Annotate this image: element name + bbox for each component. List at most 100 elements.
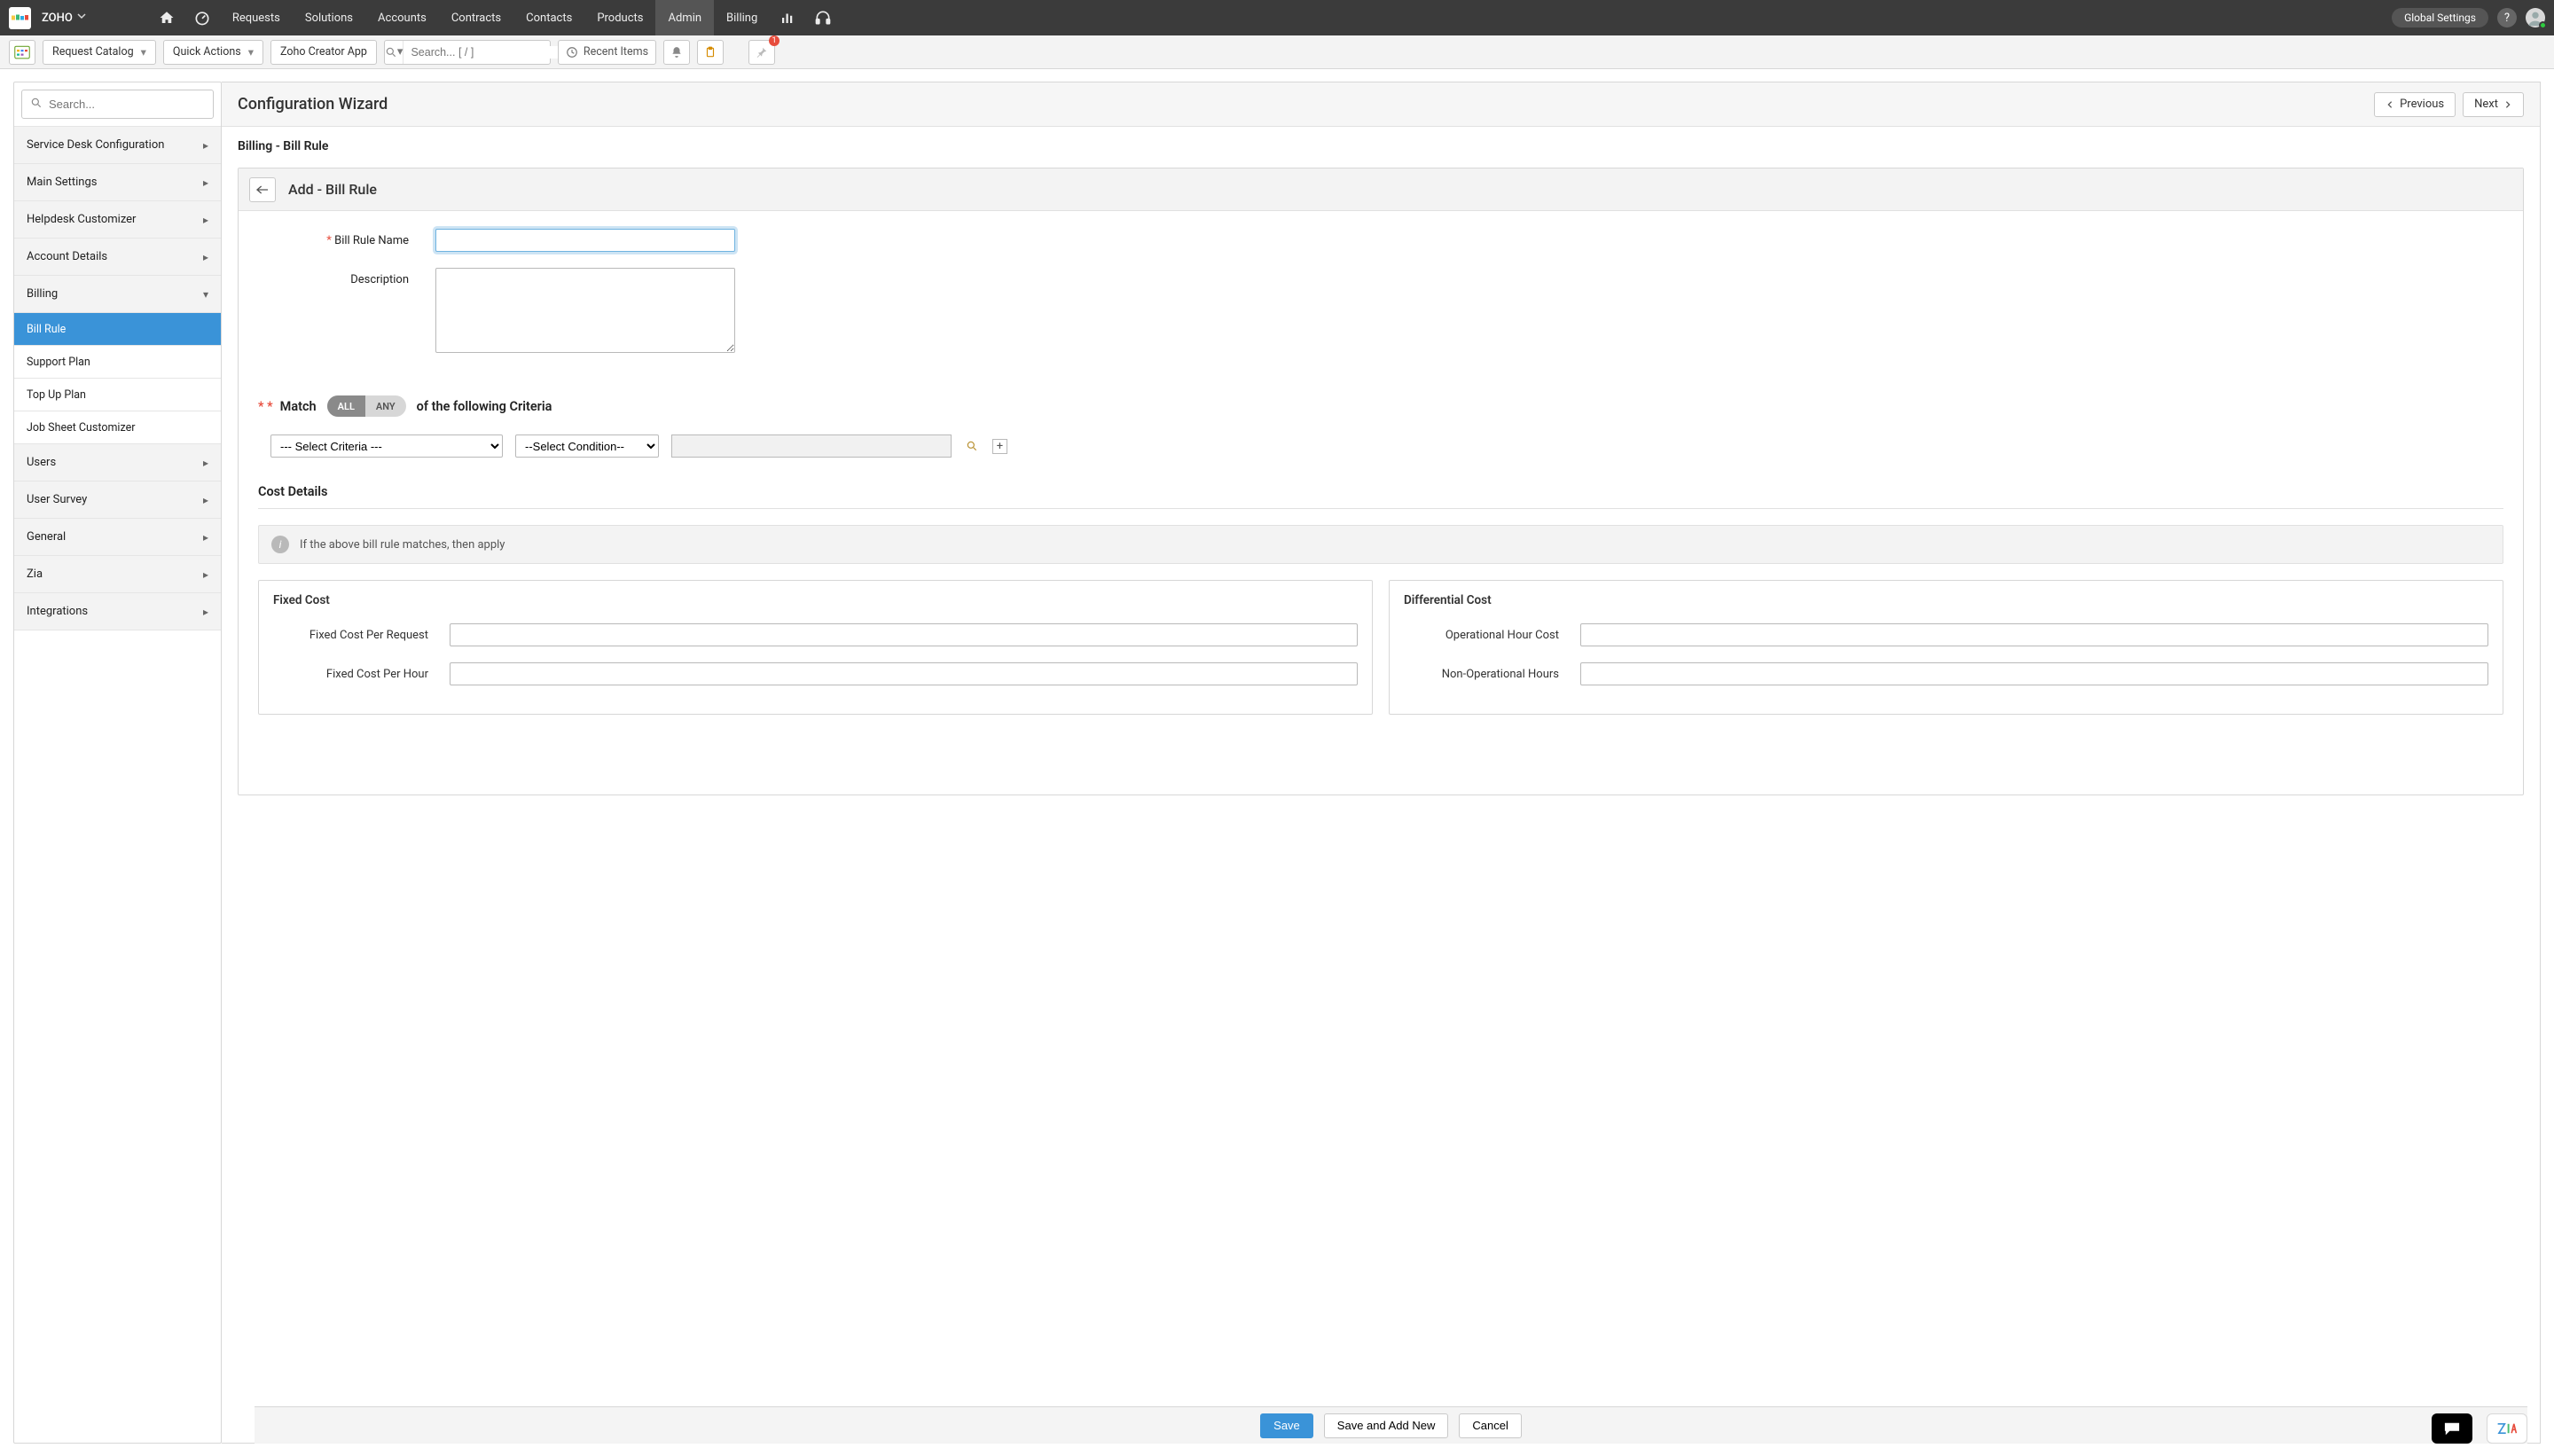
reports-icon[interactable] xyxy=(770,0,805,35)
nav-requests[interactable]: Requests xyxy=(220,0,293,35)
brand-menu-caret[interactable] xyxy=(76,11,87,25)
non-operational-hours-input[interactable] xyxy=(1580,662,2488,685)
chevron-right-icon: ▸ xyxy=(203,251,208,263)
headset-icon[interactable] xyxy=(805,0,841,35)
quick-actions-dropdown[interactable]: Quick Actions ▾ xyxy=(163,40,263,65)
save-add-new-button[interactable]: Save and Add New xyxy=(1324,1413,1449,1438)
info-bar: i If the above bill rule matches, then a… xyxy=(258,525,2503,564)
request-catalog-dropdown[interactable]: Request Catalog ▾ xyxy=(43,40,156,65)
previous-button[interactable]: Previous xyxy=(2374,92,2456,117)
divider xyxy=(258,508,2503,509)
lookup-icon[interactable] xyxy=(964,438,980,454)
brand-name[interactable]: ZOHO xyxy=(42,12,73,25)
operational-hour-cost-input[interactable] xyxy=(1580,623,2488,646)
sidebar-item-top-up-plan[interactable]: Top Up Plan xyxy=(14,379,221,411)
search-icon xyxy=(30,97,43,113)
form-panel: Add - Bill Rule Bill Rule Name Descripti… xyxy=(238,168,2524,795)
description-textarea[interactable] xyxy=(435,268,735,353)
chevron-down-icon: ▾ xyxy=(203,288,208,301)
sidebar: Service Desk Configuration▸ Main Setting… xyxy=(13,82,222,1444)
nav-products[interactable]: Products xyxy=(584,0,655,35)
sidebar-search-input[interactable] xyxy=(21,90,214,119)
chat-fab[interactable] xyxy=(2432,1413,2472,1444)
info-text: If the above bill rule matches, then app… xyxy=(300,538,505,552)
sidebar-item-user-survey[interactable]: User Survey▸ xyxy=(14,481,221,519)
cost-columns: Fixed Cost Fixed Cost Per Request Fixed … xyxy=(239,580,2523,795)
clipboard-icon[interactable] xyxy=(697,40,724,65)
next-button[interactable]: Next xyxy=(2463,92,2524,117)
recent-items-button[interactable]: Recent Items xyxy=(558,40,656,65)
fixed-cost-per-request-label: Fixed Cost Per Request xyxy=(273,629,428,642)
sidebar-item-general[interactable]: General▸ xyxy=(14,519,221,556)
criteria-value-input[interactable] xyxy=(671,434,952,458)
criteria-row: --- Select Criteria --- --Select Conditi… xyxy=(239,426,2523,484)
cancel-button[interactable]: Cancel xyxy=(1459,1413,1521,1438)
nav-items: Requests Solutions Accounts Contracts Co… xyxy=(220,0,770,35)
non-operational-hours-label: Non-Operational Hours xyxy=(1404,668,1559,681)
sidebar-item-users[interactable]: Users▸ xyxy=(14,444,221,481)
speedometer-icon[interactable] xyxy=(184,0,220,35)
match-criteria-line: * Match ALL ANY of the following Criteri… xyxy=(239,378,2523,426)
brand-logo xyxy=(9,7,31,29)
toolbar-search[interactable]: ▾ xyxy=(384,40,551,65)
sidebar-item-billing[interactable]: Billing▾ xyxy=(14,276,221,313)
nav-accounts[interactable]: Accounts xyxy=(365,0,439,35)
nav-contracts[interactable]: Contracts xyxy=(439,0,513,35)
history-icon xyxy=(566,46,578,59)
home-icon[interactable] xyxy=(149,0,184,35)
sidebar-item-service-desk[interactable]: Service Desk Configuration▸ xyxy=(14,127,221,164)
caret-down-icon: ▾ xyxy=(248,45,254,59)
sidebar-item-support-plan[interactable]: Support Plan xyxy=(14,346,221,379)
page-body: Service Desk Configuration▸ Main Setting… xyxy=(0,69,2554,1456)
add-criteria-button[interactable]: + xyxy=(992,439,1007,454)
bill-rule-name-input[interactable] xyxy=(435,229,735,252)
chevron-right-icon: ▸ xyxy=(203,139,208,152)
top-nav: ZOHO Requests Solutions Accounts Contrac… xyxy=(0,0,2554,35)
match-any-button[interactable]: ANY xyxy=(365,395,406,417)
match-label: Match xyxy=(280,399,317,414)
match-all-button[interactable]: ALL xyxy=(327,395,365,417)
toolbar-apps-icon[interactable] xyxy=(9,40,35,65)
bell-icon[interactable] xyxy=(663,40,690,65)
sidebar-item-zia[interactable]: Zia▸ xyxy=(14,556,221,593)
differential-cost-title: Differential Cost xyxy=(1404,593,2488,607)
nav-admin[interactable]: Admin xyxy=(655,0,714,35)
sidebar-item-main-settings[interactable]: Main Settings▸ xyxy=(14,164,221,201)
chevron-left-icon xyxy=(2386,100,2394,109)
global-settings-button[interactable]: Global Settings xyxy=(2392,8,2488,27)
criteria-select[interactable]: --- Select Criteria --- xyxy=(270,434,503,458)
nav-billing[interactable]: Billing xyxy=(714,0,770,35)
zoho-creator-app-button[interactable]: Zoho Creator App xyxy=(270,40,377,65)
sidebar-item-account-details[interactable]: Account Details▸ xyxy=(14,239,221,276)
pin-icon[interactable]: 1 xyxy=(748,40,775,65)
sidebar-item-bill-rule[interactable]: Bill Rule xyxy=(14,313,221,346)
sidebar-item-integrations[interactable]: Integrations▸ xyxy=(14,593,221,630)
sidebar-item-helpdesk-customizer[interactable]: Helpdesk Customizer▸ xyxy=(14,201,221,239)
fixed-cost-per-request-input[interactable] xyxy=(450,623,1358,646)
match-toggle: ALL ANY xyxy=(327,395,406,417)
condition-select[interactable]: --Select Condition-- xyxy=(515,434,659,458)
search-scope-icon[interactable]: ▾ xyxy=(385,41,404,64)
page-title: Configuration Wizard xyxy=(238,95,388,114)
search-input[interactable] xyxy=(403,46,560,59)
request-catalog-label: Request Catalog xyxy=(52,45,134,59)
sidebar-item-job-sheet-customizer[interactable]: Job Sheet Customizer xyxy=(14,411,221,444)
panel-title: Add - Bill Rule xyxy=(288,181,377,198)
differential-cost-box: Differential Cost Operational Hour Cost … xyxy=(1389,580,2503,715)
avatar[interactable] xyxy=(2526,8,2545,27)
fixed-cost-per-hour-input[interactable] xyxy=(450,662,1358,685)
zia-fab[interactable] xyxy=(2487,1413,2527,1444)
fixed-cost-per-hour-label: Fixed Cost Per Hour xyxy=(273,668,428,681)
chevron-right-icon: ▸ xyxy=(203,494,208,506)
help-icon[interactable]: ? xyxy=(2497,8,2517,27)
toolbar: Request Catalog ▾ Quick Actions ▾ Zoho C… xyxy=(0,35,2554,69)
pin-badge-count: 1 xyxy=(769,35,780,46)
main-panel: Configuration Wizard Previous Next Billi… xyxy=(222,82,2541,1444)
save-button[interactable]: Save xyxy=(1260,1413,1313,1438)
nav-solutions[interactable]: Solutions xyxy=(293,0,365,35)
back-button[interactable] xyxy=(249,177,276,202)
chevron-right-icon: ▸ xyxy=(203,214,208,226)
nav-contacts[interactable]: Contacts xyxy=(513,0,584,35)
chevron-right-icon xyxy=(2503,100,2512,109)
presence-dot xyxy=(2539,21,2547,29)
